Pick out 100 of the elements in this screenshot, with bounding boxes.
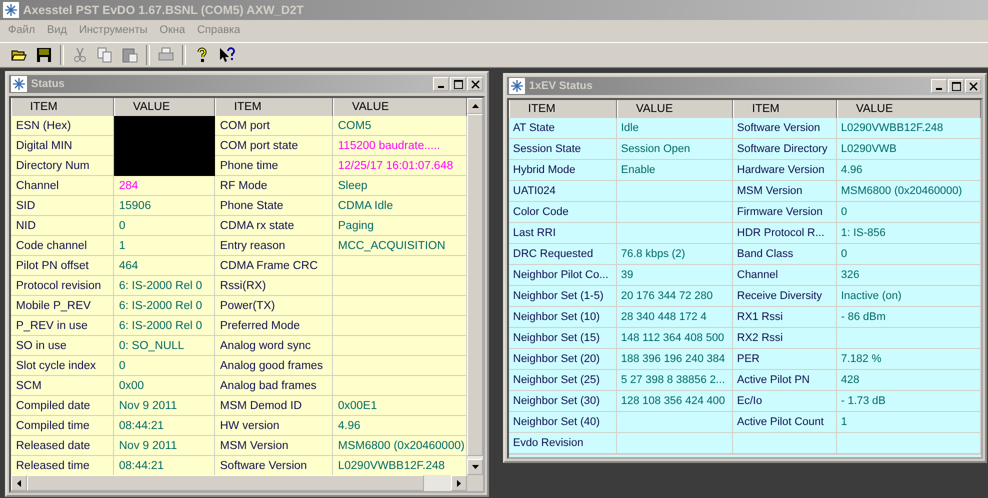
value-cell: Enable [617, 160, 733, 181]
value-cell: 284 [114, 176, 215, 196]
item-cell: SO in use [11, 336, 114, 356]
value-cell: 6: IS-2000 Rel 0 [114, 296, 215, 316]
close-button[interactable] [467, 77, 483, 91]
column-header[interactable]: ITEM [733, 100, 837, 118]
item-cell: Analog bad frames [215, 376, 333, 396]
column-header[interactable]: ITEM [215, 98, 333, 116]
item-cell: Ec/Io [733, 391, 837, 412]
value-cell: 6: IS-2000 Rel 0 [114, 316, 215, 336]
vertical-scrollbar[interactable] [467, 98, 483, 475]
item-cell: Session State [509, 139, 617, 160]
item-cell: Active Pilot PN [733, 370, 837, 391]
window-title: 1xEV Status [529, 80, 594, 92]
item-cell: Neighbor Set (20) [509, 349, 617, 370]
snowflake-icon [11, 76, 27, 92]
item-cell: HW version [215, 416, 333, 436]
item-cell: DRC Requested [509, 244, 617, 265]
close-icon [470, 80, 480, 88]
item-cell: Phone time [215, 156, 333, 176]
window-title: Status [31, 78, 66, 90]
value-cell: 0 [837, 244, 981, 265]
item-cell: Neighbor Pilot Co... [509, 265, 617, 286]
value-cell: Inactive (on) [837, 286, 981, 307]
item-cell: P_REV in use [11, 316, 114, 336]
item-cell: Phone State [215, 196, 333, 216]
close-icon [968, 82, 978, 90]
column-header[interactable]: VALUE [837, 100, 981, 118]
value-cell: 7.182 % [837, 349, 981, 370]
item-cell: UATI024 [509, 181, 617, 202]
value-cell: 0 [114, 356, 215, 376]
maximize-button[interactable] [450, 77, 466, 91]
item-cell: AT State [509, 118, 617, 139]
value-cell: 20 176 344 72 280 [617, 286, 733, 307]
minimize-button[interactable] [433, 77, 449, 91]
maximize-icon [454, 80, 462, 88]
value-cell: Session Open [617, 139, 733, 160]
item-cell: Protocol revision [11, 276, 114, 296]
value-cell: 15906 [114, 196, 215, 216]
column-header[interactable]: ITEM [11, 98, 114, 116]
item-cell: RX1 Rssi [733, 307, 837, 328]
scissors-icon [72, 47, 88, 63]
item-cell: Analog word sync [215, 336, 333, 356]
item-cell: Last RRI [509, 223, 617, 244]
value-cell: L0290VWBB12F.248 [837, 118, 981, 139]
item-cell: Rssi(RX) [215, 276, 333, 296]
value-cell: Nov 9 2011 [114, 396, 215, 416]
item-cell: Entry reason [215, 236, 333, 256]
item-cell: Mobile P_REV [11, 296, 114, 316]
item-cell: Software Directory [733, 139, 837, 160]
value-cell: 128 108 356 424 400 [617, 391, 733, 412]
item-cell: Band Class [733, 244, 837, 265]
resize-grip[interactable] [467, 475, 483, 491]
horizontal-scrollbar[interactable] [11, 475, 483, 491]
item-cell: Color Code [509, 202, 617, 223]
snowflake-icon [3, 2, 19, 18]
close-button[interactable] [965, 79, 981, 93]
item-cell: CDMA Frame CRC [215, 256, 333, 276]
scroll-up-button[interactable] [467, 98, 483, 114]
value-cell: 28 340 448 172 4 [617, 307, 733, 328]
value-cell: 5 27 398 8 38856 2... [617, 370, 733, 391]
value-cell: Idle [617, 118, 733, 139]
down-triangle-icon [472, 465, 478, 469]
item-cell: Compiled date [11, 396, 114, 416]
value-cell: 1 [114, 236, 215, 256]
copy-icon [97, 47, 113, 63]
item-cell: Code channel [11, 236, 114, 256]
scroll-right-button[interactable] [451, 475, 467, 491]
item-cell: Active Pilot Count [733, 412, 837, 433]
item-cell: Channel [733, 265, 837, 286]
item-cell: Compiled time [11, 416, 114, 436]
value-cell: 0 [114, 216, 215, 236]
minimize-icon [438, 86, 444, 88]
value-cell: Nov 9 2011 [114, 436, 215, 456]
value-cell: 1 [837, 412, 981, 433]
printer-icon [158, 47, 174, 63]
item-cell: Channel [11, 176, 114, 196]
value-cell: 6: IS-2000 Rel 0 [114, 276, 215, 296]
item-cell: SCM [11, 376, 114, 396]
column-header[interactable]: VALUE [617, 100, 733, 118]
item-cell: Power(TX) [215, 296, 333, 316]
item-cell: COM port state [215, 136, 333, 156]
item-cell: Evdo Revision [509, 433, 617, 454]
item-cell: Neighbor Set (10) [509, 307, 617, 328]
item-cell: Neighbor Set (30) [509, 391, 617, 412]
maximize-icon [952, 82, 960, 90]
column-header[interactable]: ITEM [509, 100, 617, 118]
item-cell: MSM Demod ID [215, 396, 333, 416]
item-cell: SID [11, 196, 114, 216]
item-cell: Neighbor Set (15) [509, 328, 617, 349]
scroll-down-button[interactable] [467, 459, 483, 475]
item-cell: Analog good frames [215, 356, 333, 376]
minimize-button[interactable] [931, 79, 947, 93]
maximize-button[interactable] [948, 79, 964, 93]
scroll-left-button[interactable] [11, 475, 27, 491]
item-cell: RX2 Rssi [733, 328, 837, 349]
item-cell: HDR Protocol R... [733, 223, 837, 244]
item-cell: PER [733, 349, 837, 370]
value-cell: 0: SO_NULL [114, 336, 215, 356]
value-cell: 188 396 196 240 384 [617, 349, 733, 370]
